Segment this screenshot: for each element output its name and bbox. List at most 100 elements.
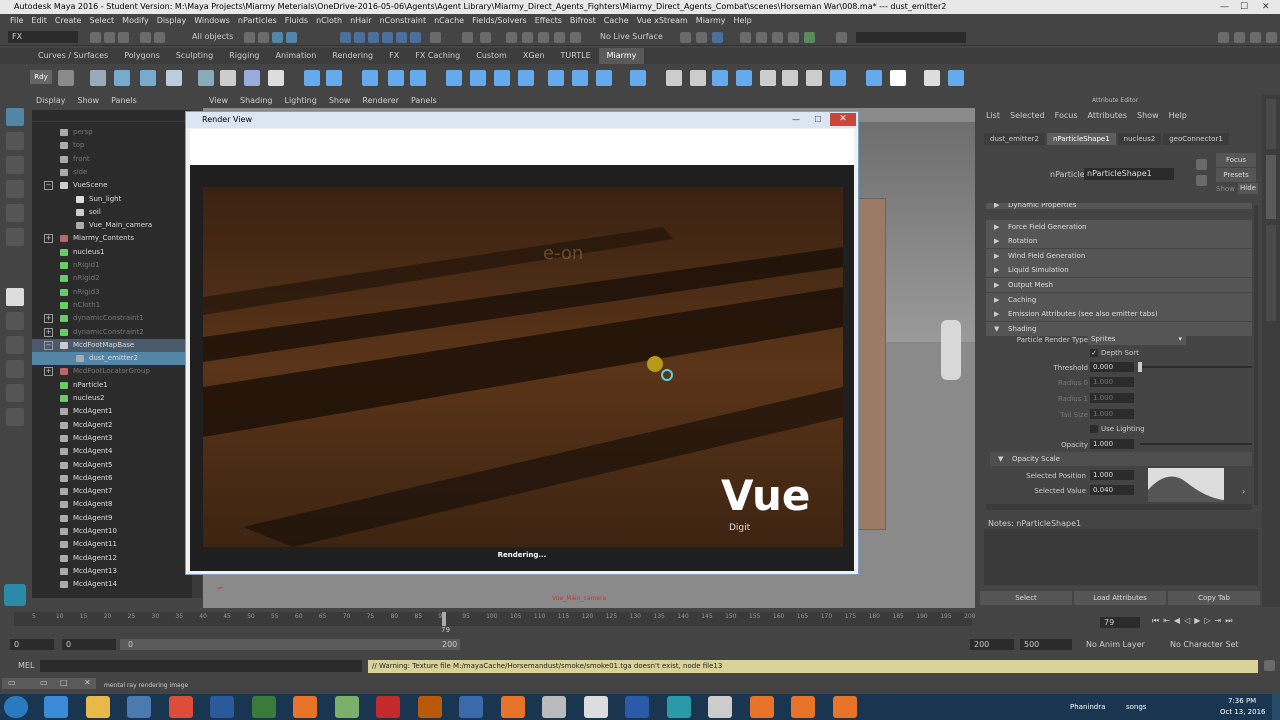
mode-selector[interactable]: FX — [8, 31, 78, 43]
outliner-row[interactable]: McdAgent6 — [32, 472, 202, 485]
ae-section[interactable]: ▶ Emission Attributes (see also emitter t… — [986, 307, 1252, 322]
layout4-icon[interactable] — [1266, 32, 1277, 43]
render-current-icon[interactable] — [696, 32, 707, 43]
shelf-layout2-icon[interactable] — [470, 70, 486, 86]
outliner-row[interactable]: + McdFootLocatorGroup — [32, 365, 202, 378]
shelf-shape-icon[interactable] — [806, 70, 822, 86]
taskbar-folder[interactable]: songs — [1126, 703, 1146, 711]
outliner-row[interactable]: McdAgent3 — [32, 432, 202, 445]
snap-view-icon[interactable] — [382, 32, 393, 43]
ae-section[interactable]: ▶ Wind Field Generation — [986, 248, 1252, 263]
snap-curve-icon[interactable] — [354, 32, 365, 43]
show-desktop-button[interactable] — [1272, 694, 1280, 720]
history-icon[interactable] — [430, 32, 441, 43]
outliner-row[interactable]: side — [32, 166, 202, 179]
shelf-cube-icon[interactable] — [830, 70, 846, 86]
menu-edit[interactable]: Edit — [27, 14, 51, 28]
expand-icon[interactable]: + — [44, 314, 53, 324]
outliner-row[interactable]: + dynamicConstraint2 — [32, 326, 202, 339]
magnet3-icon[interactable] — [554, 32, 565, 43]
maximize2-icon[interactable]: □ — [60, 678, 68, 687]
close-icon[interactable]: ✕ — [1262, 0, 1270, 14]
shelf-tab-xgen[interactable]: XGen — [515, 48, 553, 64]
render-settings-icon[interactable] — [740, 32, 751, 43]
menu-ncache[interactable]: nCache — [430, 14, 468, 28]
ae-node-field[interactable]: nParticleShape1 — [1084, 168, 1174, 180]
shelf-brain-icon[interactable] — [198, 70, 214, 86]
shelf-layout3-icon[interactable] — [494, 70, 510, 86]
use-lighting-checkbox[interactable] — [1090, 425, 1098, 433]
shelf-tab-curves-surfaces[interactable]: Curves / Surfaces — [30, 48, 116, 64]
ae-section[interactable]: ▶ Caching — [986, 292, 1252, 307]
chrome-icon[interactable] — [168, 696, 193, 718]
menu-vue-xstream[interactable]: Vue xStream — [633, 14, 692, 28]
photoshop-icon[interactable] — [210, 696, 234, 718]
go-end-icon[interactable]: ⏭ — [1225, 616, 1232, 628]
firefox-icon[interactable] — [293, 696, 317, 718]
open-scene-icon[interactable] — [104, 32, 115, 43]
step-forward-key-icon[interactable]: ⇥ — [1215, 616, 1222, 628]
app1-icon[interactable] — [749, 696, 774, 718]
snap-point-icon[interactable] — [368, 32, 379, 43]
shelf-tab-custom[interactable]: Custom — [468, 48, 515, 64]
outliner-row[interactable]: nRigid1 — [32, 259, 202, 272]
tailsize-field[interactable]: 1.000 — [1090, 409, 1134, 419]
shelf-particle-icon[interactable] — [244, 70, 260, 86]
illustrator-icon[interactable] — [417, 696, 442, 718]
outliner-row[interactable]: McdAgent9 — [32, 512, 202, 525]
ae-sync-icon[interactable] — [1196, 159, 1207, 170]
play-back-icon[interactable]: ◁ — [1184, 616, 1190, 628]
menu-nconstraint[interactable]: nConstraint — [376, 14, 431, 28]
hypershade-icon[interactable] — [756, 32, 767, 43]
minimize-icon[interactable]: — — [1220, 0, 1229, 14]
app3-icon[interactable] — [832, 696, 857, 718]
opacity-field[interactable]: 1.000 — [1090, 439, 1134, 449]
shelf-decision-icon[interactable] — [140, 70, 156, 86]
single-pane-icon[interactable] — [6, 288, 24, 306]
threshold-handle[interactable] — [1138, 362, 1142, 372]
new-scene-icon[interactable] — [90, 32, 101, 43]
shelf-circle-icon[interactable] — [736, 70, 752, 86]
outliner-row[interactable]: Vue_Main_camera — [32, 219, 202, 232]
start-button-icon[interactable] — [4, 696, 28, 718]
snap-grid-icon[interactable] — [340, 32, 351, 43]
load-attributes-button[interactable]: Load Attributes — [1074, 591, 1166, 605]
outliner-row[interactable]: + Miarmy_Contents — [32, 232, 202, 245]
outliner-row[interactable]: McdAgent5 — [32, 459, 202, 472]
outliner-row[interactable]: nucleus2 — [32, 392, 202, 405]
close2-icon[interactable]: ✕ — [84, 678, 91, 687]
viewport-menu-renderer[interactable]: Renderer — [362, 95, 399, 107]
menu-cache[interactable]: Cache — [600, 14, 633, 28]
shelf-layout-icon[interactable] — [446, 70, 462, 86]
render-seq-icon[interactable] — [788, 32, 799, 43]
media-player-icon[interactable] — [127, 696, 151, 718]
shelf-eye-icon[interactable] — [924, 70, 940, 86]
shelf-tab-rigging[interactable]: Rigging — [221, 48, 267, 64]
ae-menu-list[interactable]: List — [986, 111, 1000, 120]
outliner-row[interactable]: McdAgent12 — [32, 552, 202, 565]
clock-date[interactable]: Oct 13, 2016 — [1220, 708, 1266, 716]
menu-display[interactable]: Display — [153, 14, 191, 28]
render-view-close-icon[interactable]: ✕ — [830, 113, 856, 126]
outliner-menu-show[interactable]: Show — [78, 95, 100, 107]
viewport-menu-show[interactable]: Show — [329, 95, 351, 107]
menu-miarmy[interactable]: Miarmy — [692, 14, 730, 28]
outliner-row[interactable]: − VueScene — [32, 179, 202, 192]
shelf-tab-polygons[interactable]: Polygons — [116, 48, 168, 64]
outliner-row[interactable]: McdAgent1 — [32, 405, 202, 418]
character-set-dropdown[interactable]: No Character Set — [1170, 640, 1239, 649]
shelf-layout4-icon[interactable] — [518, 70, 534, 86]
step-forward-icon[interactable]: ▷ — [1204, 616, 1210, 628]
selected-value-field[interactable]: 0.040 — [1090, 485, 1134, 495]
outliner-row[interactable]: McdAgent7 — [32, 485, 202, 498]
outliner-row[interactable]: McdAgent2 — [32, 419, 202, 432]
shelf-joint-icon[interactable] — [666, 70, 682, 86]
radius0-field[interactable]: 1.000 — [1090, 377, 1134, 387]
save-scene-icon[interactable] — [118, 32, 129, 43]
shelf-cache-icon[interactable] — [388, 70, 404, 86]
menu-nhair[interactable]: nHair — [346, 14, 376, 28]
shelf-snow-icon[interactable] — [630, 70, 646, 86]
vlc-icon[interactable] — [500, 696, 525, 718]
radius1-field[interactable]: 1.000 — [1090, 393, 1134, 403]
scale-tool-icon[interactable] — [6, 228, 24, 246]
